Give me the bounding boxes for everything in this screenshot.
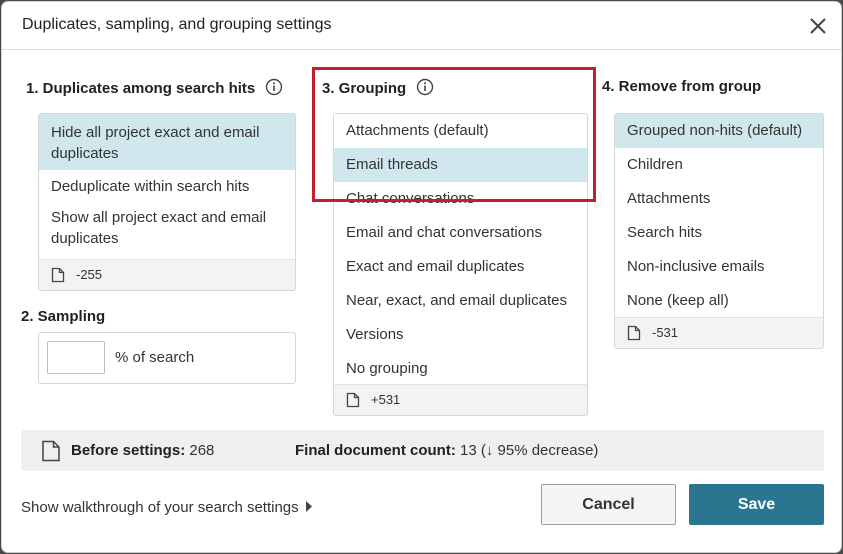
grouping-option-exact-email-duplicates[interactable]: Exact and email duplicates [334, 250, 587, 284]
grouping-option-near-exact-email[interactable]: Near, exact, and email duplicates [334, 284, 587, 318]
final-count-value: 13 (↓ 95% decrease) [460, 442, 599, 459]
grouping-section-title: 3. Grouping [322, 78, 434, 100]
remove-panel-footer: -531 [615, 317, 823, 348]
duplicates-title-label: 1. Duplicates among search hits [26, 80, 256, 97]
remove-option-grouped-non-hits[interactable]: Grouped non-hits (default) [615, 114, 823, 148]
sampling-panel: % of search [38, 332, 296, 384]
walkthrough-label: Show walkthrough of your search settings [21, 499, 299, 516]
before-settings-value: 268 [189, 442, 215, 459]
document-icon [627, 325, 641, 341]
settings-dialog: Duplicates, sampling, and grouping setti… [2, 2, 841, 552]
final-count-label: Final document count: [295, 442, 456, 459]
walkthrough-link[interactable]: Show walkthrough of your search settings [21, 499, 313, 516]
grouping-option-email-and-chat[interactable]: Email and chat conversations [334, 216, 587, 250]
close-icon[interactable] [806, 14, 830, 38]
grouping-option-attachments[interactable]: Attachments (default) [334, 114, 587, 148]
sampling-suffix-label: % of search [115, 349, 195, 366]
grouping-option-versions[interactable]: Versions [334, 318, 587, 352]
grouping-option-email-threads[interactable]: Email threads [334, 148, 587, 182]
grouping-option-no-grouping[interactable]: No grouping [334, 352, 587, 386]
sampling-title: 2. Sampling [21, 308, 106, 325]
remove-section-title: 4. Remove from group [602, 78, 762, 95]
document-icon [42, 440, 60, 462]
summary-bar: Before settings: 268 Final document coun… [21, 430, 824, 471]
duplicates-option-hide-all[interactable]: Hide all project exact and email duplica… [39, 114, 295, 170]
duplicates-count: -255 [76, 267, 103, 282]
remove-panel: Grouped non-hits (default) Children Atta… [614, 113, 824, 349]
dialog-title: Duplicates, sampling, and grouping setti… [22, 16, 332, 33]
before-settings-label: Before settings: [71, 442, 186, 459]
final-document-count: Final document count: 13 (↓ 95% decrease… [295, 442, 598, 459]
duplicates-panel-footer: -255 [39, 259, 295, 290]
grouping-panel: Attachments (default) Email threads Chat… [333, 113, 588, 416]
duplicates-option-deduplicate[interactable]: Deduplicate within search hits [39, 170, 295, 201]
info-icon[interactable] [265, 78, 283, 100]
save-button[interactable]: Save [689, 484, 824, 525]
duplicates-panel: Hide all project exact and email duplica… [38, 113, 296, 291]
remove-option-search-hits[interactable]: Search hits [615, 216, 823, 250]
remove-option-attachments[interactable]: Attachments [615, 182, 823, 216]
duplicates-section-title: 1. Duplicates among search hits [26, 78, 283, 100]
grouping-title-label: 3. Grouping [322, 80, 407, 97]
remove-count: -531 [652, 325, 679, 340]
grouping-option-chat-conversations[interactable]: Chat conversations [334, 182, 587, 216]
duplicates-option-show-all[interactable]: Show all project exact and email duplica… [39, 201, 295, 257]
dialog-titlebar: Duplicates, sampling, and grouping setti… [2, 2, 841, 50]
remove-option-children[interactable]: Children [615, 148, 823, 182]
remove-option-none[interactable]: None (keep all) [615, 284, 823, 318]
sampling-percent-input[interactable] [47, 341, 105, 374]
document-icon [51, 267, 65, 283]
grouping-count: +531 [371, 392, 401, 407]
caret-right-icon [305, 501, 312, 512]
grouping-panel-footer: +531 [334, 384, 587, 415]
cancel-button[interactable]: Cancel [541, 484, 676, 525]
remove-option-non-inclusive-emails[interactable]: Non-inclusive emails [615, 250, 823, 284]
document-icon [346, 392, 360, 408]
info-icon[interactable] [416, 78, 434, 100]
before-settings: Before settings: 268 [71, 442, 214, 459]
